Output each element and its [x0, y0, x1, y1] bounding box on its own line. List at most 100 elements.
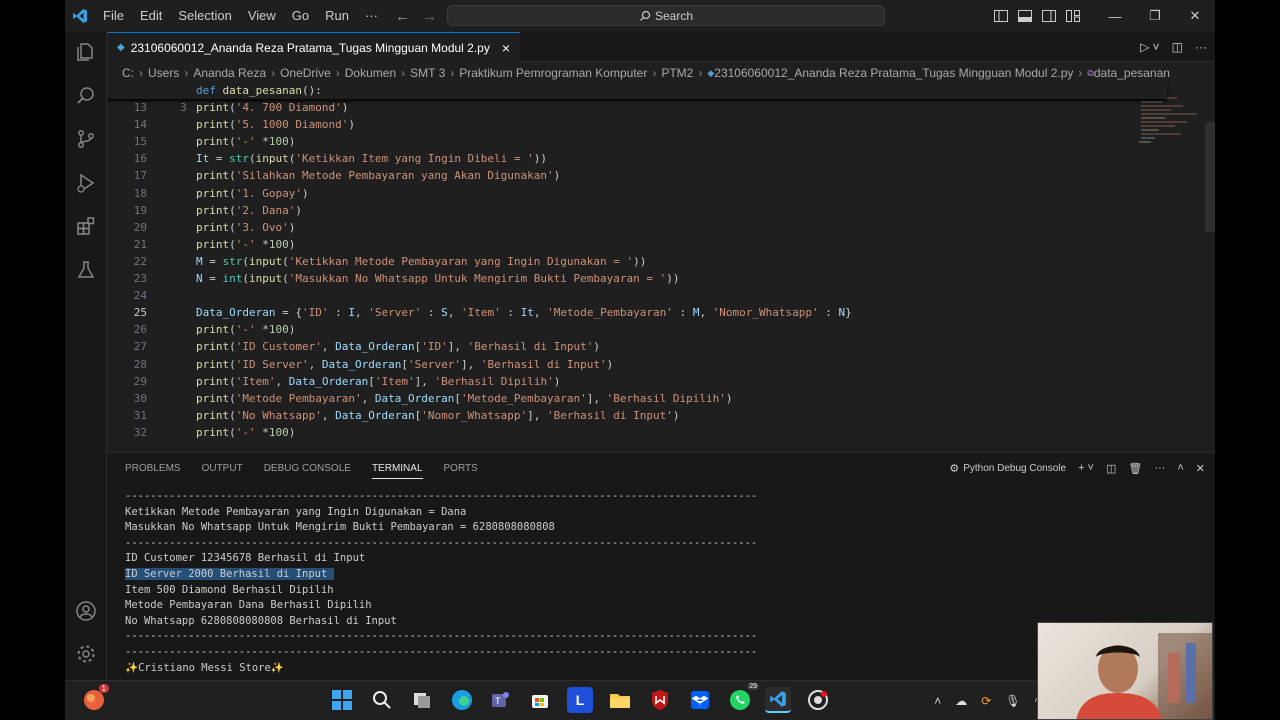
breadcrumb-item[interactable]: Dokumen [345, 66, 396, 80]
chrome-recording-icon[interactable] [805, 687, 831, 713]
code-line[interactable]: 25 Data_Orderan = {'ID' : I, 'Server' : S… [107, 304, 1167, 321]
windows-start-icon[interactable] [329, 687, 355, 713]
teams-icon[interactable]: T [487, 687, 513, 713]
explorer-icon[interactable] [74, 40, 98, 64]
toggle-sidebar-icon[interactable] [989, 0, 1013, 32]
breadcrumb-item[interactable]: data_pesanan [1094, 66, 1170, 80]
debug-console-gear-icon[interactable]: ⚙ [949, 462, 959, 475]
menu-item-3[interactable]: View [240, 0, 284, 32]
sync-icon[interactable]: ⟳ [981, 694, 991, 708]
tab-active-file[interactable]: ◆ 23106060012_Ananda Reza Pratama_Tugas … [107, 32, 521, 62]
taskbar-search-icon[interactable] [369, 687, 395, 713]
code-line[interactable]: 21 print('-' *100) [107, 236, 1167, 253]
menu-item-0[interactable]: File [95, 0, 132, 32]
run-debug-icon[interactable] [74, 171, 98, 195]
run-file-icon[interactable]: ▷ ˅ [1140, 40, 1160, 54]
menu-item-2[interactable]: Selection [170, 0, 239, 32]
toggle-panel-icon[interactable] [1013, 0, 1037, 32]
code-line[interactable]: 16 It = str(input('Ketikkan Item yang Ing… [107, 150, 1167, 167]
tab-close-icon[interactable]: × [502, 40, 510, 56]
source-control-icon[interactable] [74, 127, 98, 151]
terminal-output[interactable]: ----------------------------------------… [125, 489, 757, 676]
new-terminal-icon[interactable]: + ˅ [1078, 462, 1094, 474]
customize-layout-icon[interactable] [1061, 0, 1085, 32]
file-explorer-icon[interactable] [607, 687, 633, 713]
code-line[interactable]: 31 print('No Whatsapp', Data_Orderan['Nom… [107, 407, 1167, 424]
settings-gear-icon[interactable] [74, 642, 98, 666]
sticky-scroll-line[interactable]: 3 def data_pesanan(): [107, 82, 1167, 114]
editor-scrollbar[interactable] [1205, 122, 1215, 232]
command-center-search[interactable]: Search [447, 5, 885, 26]
forward-arrow-icon[interactable]: → [422, 8, 437, 25]
breadcrumb-item[interactable]: Users [148, 66, 179, 80]
mcafee-shield-icon[interactable] [647, 687, 673, 713]
microphone-icon[interactable]: 🎙 [1005, 694, 1020, 708]
back-arrow-icon[interactable]: ← [395, 8, 410, 25]
code-line[interactable]: 32 print('-' *100) [107, 424, 1167, 441]
code-line[interactable]: 30 print('Metode Pembayaran', Data_Ordera… [107, 390, 1167, 407]
code-line[interactable]: 17 print('Silahkan Metode Pembayaran yang… [107, 167, 1167, 184]
code-line[interactable]: 20 print('3. Ovo') [107, 219, 1167, 236]
terminal-line: Masukkan No Whatsapp Untuk Mengirim Bukt… [125, 520, 757, 536]
code-editor[interactable]: 3 def data_pesanan(): 13print('4. 700 Di… [107, 82, 1215, 452]
more-panel-actions-icon[interactable]: ··· [1154, 462, 1165, 474]
panel-tab-output[interactable]: OUTPUT [202, 463, 243, 474]
code-line[interactable]: 23 N = int(input('Masukkan No Whatsapp Un… [107, 270, 1167, 287]
minimize-button[interactable]: — [1095, 0, 1135, 32]
task-view-icon[interactable] [409, 687, 435, 713]
menu-item-4[interactable]: Go [284, 0, 317, 32]
toggle-secondary-sidebar-icon[interactable] [1037, 0, 1061, 32]
panel-tab-ports[interactable]: PORTS [444, 463, 478, 474]
breadcrumb-item[interactable]: PTM2 [661, 66, 693, 80]
dropbox-icon[interactable] [687, 687, 713, 713]
breadcrumb-item[interactable]: C: [122, 66, 134, 80]
breadcrumb-item[interactable]: 23106060012_Ananda Reza Pratama_Tugas Mi… [714, 66, 1073, 80]
kill-terminal-icon[interactable]: 🗑 [1128, 462, 1142, 475]
panel-tab-debug-console[interactable]: DEBUG CONSOLE [264, 463, 351, 474]
accounts-icon[interactable] [74, 599, 98, 623]
store-icon[interactable] [527, 687, 553, 713]
more-actions-icon[interactable]: ··· [1195, 40, 1207, 54]
onedrive-cloud-icon[interactable]: ☁ [955, 694, 967, 708]
code-line[interactable]: 27 print('ID Customer', Data_Orderan['ID'… [107, 338, 1167, 355]
restore-button[interactable]: ❐ [1135, 0, 1175, 32]
code-line[interactable]: 19 print('2. Dana') [107, 202, 1167, 219]
code-line[interactable]: 24 [107, 287, 1167, 304]
whatsapp-icon[interactable]: 29 [727, 683, 759, 713]
code-token: 'Berhasil Dipilih' [606, 391, 726, 405]
close-panel-icon[interactable]: ✕ [1196, 462, 1205, 475]
maximize-panel-icon[interactable]: ˄ [1177, 462, 1183, 474]
testing-flask-icon[interactable] [74, 258, 98, 282]
split-editor-icon[interactable]: ◫ [1172, 40, 1183, 54]
debug-console-selector[interactable]: Python Debug Console [963, 463, 1066, 474]
panel-tab-terminal[interactable]: TERMINAL [371, 463, 423, 479]
breadcrumb-item[interactable]: Praktikum Pemrograman Komputer [459, 66, 647, 80]
search-sidebar-icon[interactable] [74, 84, 98, 108]
app-l-icon[interactable]: L [567, 687, 593, 713]
widgets-icon[interactable]: 1 [81, 684, 109, 713]
edge-browser-icon[interactable] [449, 687, 475, 713]
breadcrumb-item[interactable]: SMT 3 [410, 66, 445, 80]
extensions-icon[interactable] [74, 214, 98, 238]
code-token: [ [401, 357, 408, 371]
code-line[interactable]: 18 print('1. Gopay') [107, 185, 1167, 202]
breadcrumb-item[interactable]: OneDrive [280, 66, 331, 80]
vscode-taskbar-icon[interactable] [765, 687, 791, 713]
menu-item-6[interactable]: ··· [357, 0, 386, 32]
code-line[interactable]: 29 print('Item', Data_Orderan['Item'], 'B… [107, 373, 1167, 390]
menu-item-5[interactable]: Run [317, 0, 357, 32]
show-hidden-icons-chevron-icon[interactable]: ˄ [934, 694, 941, 708]
code-line[interactable]: 28 print('ID Server', Data_Orderan['Serve… [107, 356, 1167, 373]
code-line[interactable]: 26 print('-' *100) [107, 321, 1167, 338]
menu-item-1[interactable]: Edit [132, 0, 170, 32]
code-token: print [196, 169, 230, 183]
close-window-button[interactable]: ✕ [1175, 0, 1215, 32]
split-terminal-icon[interactable]: ◫ [1106, 462, 1116, 475]
breadcrumb-item[interactable]: Ananda Reza [193, 66, 266, 80]
panel-tab-problems[interactable]: PROBLEMS [125, 463, 181, 474]
code-line[interactable]: 14print('5. 1000 Diamond') [107, 116, 1167, 133]
code-line[interactable]: 22 M = str(input('Ketikkan Metode Pembaya… [107, 253, 1167, 270]
code-line[interactable]: 13print('4. 700 Diamond') [107, 99, 1167, 116]
code-line[interactable]: 15 print('-' *100) [107, 133, 1167, 150]
code-token: '-' [235, 323, 256, 337]
